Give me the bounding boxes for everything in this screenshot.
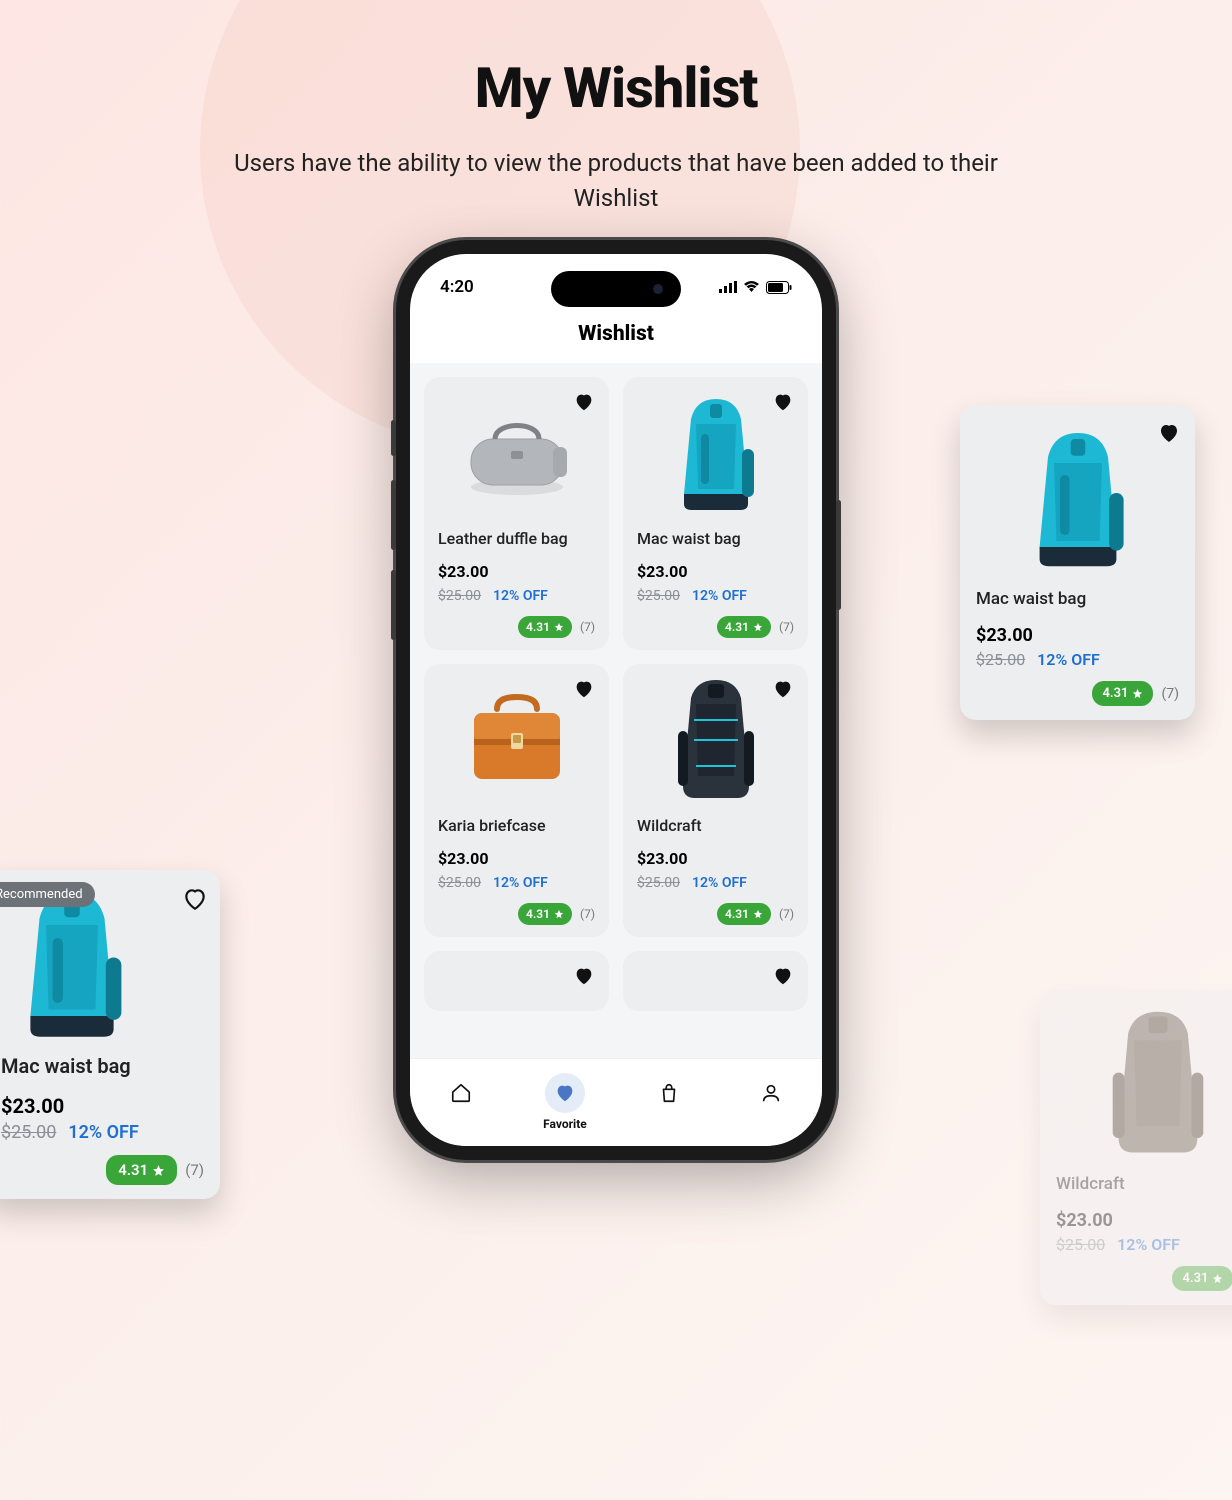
- review-count: (7): [779, 907, 794, 921]
- product-card-mac-waist[interactable]: Mac waist bag $23.00 $25.00 12% OFF 4.31…: [623, 377, 808, 650]
- product-name: Mac waist bag: [1, 1054, 204, 1078]
- phone-screen: 4:20 Wishlist: [410, 254, 822, 1146]
- product-card-leather-duffle[interactable]: Leather duffle bag $23.00 $25.00 12% OFF…: [424, 377, 609, 650]
- product-price: $23.00: [1, 1094, 204, 1118]
- star-icon: [152, 1164, 165, 1177]
- star-icon: [753, 909, 763, 919]
- product-discount: 12% OFF: [493, 875, 548, 891]
- product-image: [438, 676, 595, 806]
- recommended-badge: Recommended: [0, 882, 95, 907]
- rating-pill: 4.31: [106, 1155, 177, 1185]
- hero-subtitle: Users have the ability to view the produ…: [226, 146, 1006, 216]
- product-image: [637, 676, 794, 806]
- review-count: (7): [580, 620, 595, 634]
- product-card-karia[interactable]: Karia briefcase $23.00 $25.00 12% OFF 4.…: [424, 664, 609, 937]
- hero-title: My Wishlist: [0, 55, 1232, 121]
- rating-pill: 4.31: [518, 616, 572, 638]
- star-icon: [554, 622, 564, 632]
- dynamic-island: [551, 271, 681, 307]
- heart-icon[interactable]: [772, 965, 794, 987]
- wifi-icon: [743, 281, 760, 293]
- heart-icon: [554, 1082, 576, 1104]
- product-old-price: $25.00: [637, 875, 680, 891]
- product-discount: 12% OFF: [493, 588, 548, 604]
- product-discount: 12% OFF: [692, 588, 747, 604]
- product-price: $23.00: [976, 625, 1179, 646]
- review-count: (7): [185, 1161, 204, 1179]
- product-old-price: $25.00: [637, 588, 680, 604]
- product-name: Mac waist bag: [976, 589, 1179, 609]
- nav-favorite[interactable]: Favorite: [543, 1073, 587, 1131]
- product-image: [976, 419, 1179, 579]
- nav-shop[interactable]: [649, 1073, 689, 1113]
- product-discount: 12% OFF: [68, 1122, 139, 1143]
- nav-profile[interactable]: [751, 1073, 791, 1113]
- product-price: $23.00: [438, 562, 595, 581]
- product-price: $23.00: [438, 849, 595, 868]
- heart-outline-icon[interactable]: [182, 886, 204, 908]
- product-name: Wildcraft: [1056, 1174, 1232, 1194]
- product-image: [1056, 1004, 1232, 1164]
- product-old-price: $25.00: [438, 875, 481, 891]
- heart-icon[interactable]: [573, 678, 595, 700]
- heart-icon[interactable]: [573, 391, 595, 413]
- float-card-mac-waist[interactable]: Mac waist bag $23.00 $25.00 12% OFF 4.31…: [960, 405, 1195, 720]
- product-image: [1, 884, 204, 1044]
- product-old-price: $25.00: [1056, 1235, 1105, 1254]
- product-image: [438, 389, 595, 519]
- status-time: 4:20: [440, 277, 474, 297]
- nav-label: Favorite: [543, 1117, 587, 1131]
- product-discount: 12% OFF: [1037, 650, 1100, 669]
- user-icon: [760, 1082, 782, 1104]
- home-icon: [450, 1082, 472, 1104]
- heart-icon[interactable]: [772, 391, 794, 413]
- bottom-nav: Favorite: [410, 1058, 822, 1146]
- product-price: $23.00: [637, 849, 794, 868]
- product-old-price: $25.00: [976, 650, 1025, 669]
- battery-icon: [766, 281, 792, 294]
- product-card-cutoff[interactable]: [424, 951, 609, 1011]
- product-name: Karia briefcase: [438, 816, 595, 835]
- review-count: (7): [779, 620, 794, 634]
- rating-pill: 4.31: [717, 616, 771, 638]
- app-header: Wishlist: [410, 310, 822, 363]
- heart-icon[interactable]: [772, 678, 794, 700]
- product-name: Leather duffle bag: [438, 529, 595, 548]
- product-discount: 12% OFF: [692, 875, 747, 891]
- float-card-recommended[interactable]: Recommended Mac waist bag $23.00 $25.00 …: [0, 870, 220, 1199]
- review-count: (7): [580, 907, 595, 921]
- star-icon: [554, 909, 564, 919]
- signal-icon: [719, 281, 737, 293]
- product-old-price: $25.00: [438, 588, 481, 604]
- bag-icon: [658, 1082, 680, 1104]
- app-body[interactable]: Leather duffle bag $23.00 $25.00 12% OFF…: [410, 363, 822, 1058]
- rating-pill: 4.31: [1172, 1266, 1232, 1291]
- heart-icon[interactable]: [573, 965, 595, 987]
- product-name: Mac waist bag: [637, 529, 794, 548]
- product-old-price: $25.00: [1, 1122, 56, 1143]
- product-image: [637, 389, 794, 519]
- float-card-wildcraft-faded[interactable]: Wildcraft $23.00 $25.00 12% OFF 4.31 (7): [1040, 990, 1232, 1305]
- review-count: (7): [1161, 686, 1179, 702]
- product-discount: 12% OFF: [1117, 1235, 1180, 1254]
- star-icon: [753, 622, 763, 632]
- nav-home[interactable]: [441, 1073, 481, 1113]
- star-icon: [1132, 688, 1143, 699]
- product-card-cutoff[interactable]: [623, 951, 808, 1011]
- product-card-wildcraft[interactable]: Wildcraft $23.00 $25.00 12% OFF 4.31 (7): [623, 664, 808, 937]
- star-icon: [1212, 1273, 1223, 1284]
- product-price: $23.00: [637, 562, 794, 581]
- app-header-title: Wishlist: [410, 322, 822, 346]
- rating-pill: 4.31: [518, 903, 572, 925]
- product-name: Wildcraft: [637, 816, 794, 835]
- rating-pill: 4.31: [1092, 681, 1153, 706]
- heart-icon[interactable]: [1157, 421, 1179, 443]
- phone-mock: 4:20 Wishlist: [396, 240, 836, 1160]
- product-price: $23.00: [1056, 1210, 1232, 1231]
- rating-pill: 4.31: [717, 903, 771, 925]
